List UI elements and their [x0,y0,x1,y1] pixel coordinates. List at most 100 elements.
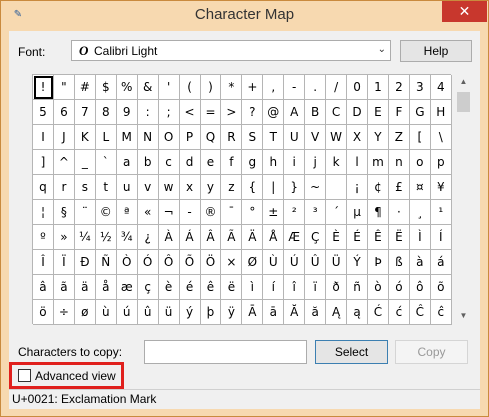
character-cell[interactable]: r [53,175,75,200]
character-cell[interactable]: Å [263,225,285,250]
character-cell[interactable]: b [137,150,159,175]
character-cell[interactable]: ÿ [221,300,243,325]
character-cell[interactable]: u [116,175,138,200]
character-cell[interactable]: _ [74,150,96,175]
character-cell[interactable]: Ö [200,250,222,275]
character-cell[interactable]: ò [368,275,389,300]
character-cell[interactable]: S [242,125,264,150]
character-cell[interactable]: " [53,75,75,100]
character-cell[interactable]: ê [200,275,222,300]
character-cell[interactable]: Q [200,125,222,150]
character-cell[interactable]: V [305,125,327,150]
character-cell[interactable]: < [179,100,201,125]
character-cell[interactable]: ð [326,275,348,300]
character-cell[interactable]: æ [116,275,138,300]
character-cell[interactable]: Ã [221,225,243,250]
character-cell[interactable]: â [33,275,54,300]
character-cell[interactable]: Ò [116,250,138,275]
character-cell[interactable]: Þ [368,250,389,275]
select-button[interactable]: Select [315,340,388,364]
character-cell[interactable]: Ç [305,225,327,250]
help-button[interactable]: Help [400,40,472,62]
character-cell[interactable]: õ [430,275,452,300]
character-cell[interactable]: 0 [347,75,368,100]
character-cell[interactable]: P [179,125,201,150]
character-cell[interactable]: O [158,125,180,150]
character-cell[interactable]: Í [430,225,452,250]
character-cell[interactable]: · [388,200,410,225]
character-cell[interactable]: ā [263,300,285,325]
character-cell[interactable]: ¨ [74,200,96,225]
character-cell[interactable] [326,175,348,200]
character-cell[interactable]: 2 [388,75,410,100]
character-cell[interactable]: ¾ [116,225,138,250]
character-cell[interactable]: M [116,125,138,150]
character-grid[interactable]: ! " # $% & '() * +, -./0 1 2 3 4 5 6 7 8 9:; < = >? @ A B C D E F G H… [32,74,452,325]
character-cell[interactable]: Ä [242,225,264,250]
character-cell[interactable]: j [305,150,327,175]
character-cell[interactable]: È [326,225,348,250]
character-cell[interactable]: , [263,75,285,100]
character-cell[interactable]: ä [74,275,96,300]
character-cell[interactable]: d [179,150,201,175]
character-cell[interactable]: e [200,150,222,175]
character-cell[interactable]: l [347,150,368,175]
character-cell[interactable]: # [74,75,96,100]
character-cell[interactable]: Ù [263,250,285,275]
character-cell[interactable]: û [137,300,159,325]
character-cell[interactable]: 6 [53,100,75,125]
character-cell[interactable]: 1 [368,75,389,100]
character-cell[interactable]: Ć [368,300,389,325]
character-cell[interactable]: é [179,275,201,300]
character-cell[interactable]: w [158,175,180,200]
characters-to-copy-input[interactable] [144,340,307,364]
character-cell[interactable]: X [347,125,368,150]
character-cell[interactable]: ? [242,100,264,125]
copy-button[interactable]: Copy [395,340,468,364]
character-cell[interactable]: 5 [33,100,54,125]
character-cell[interactable]: « [137,200,159,225]
character-cell[interactable]: Ą [326,300,348,325]
character-cell[interactable]: D [347,100,368,125]
character-cell[interactable]: × [221,250,243,275]
character-cell[interactable]: ç [137,275,159,300]
character-cell[interactable]: 9 [116,100,138,125]
character-cell[interactable]: Ĉ [409,300,431,325]
character-cell[interactable]: ó [388,275,410,300]
character-cell[interactable]: | [263,175,285,200]
character-cell[interactable]: ( [179,75,201,100]
grid-scrollbar[interactable]: ▲ ▼ [455,74,472,324]
character-cell[interactable]: » [53,225,75,250]
character-cell[interactable]: h [263,150,285,175]
character-cell[interactable]: z [221,175,243,200]
character-cell[interactable]: ¤ [409,175,431,200]
character-cell[interactable]: g [242,150,264,175]
scroll-thumb[interactable] [457,92,470,112]
character-cell[interactable]: ' [158,75,180,100]
character-cell[interactable]: m [368,150,389,175]
character-cell[interactable]: & [137,75,159,100]
character-cell[interactable]: ă [305,300,327,325]
character-cell[interactable]: ą [347,300,368,325]
title-bar[interactable]: ✎ Character Map ✕ [1,1,488,31]
character-cell[interactable]: ² [284,200,306,225]
character-cell[interactable]: U [284,125,306,150]
character-cell[interactable]: § [53,200,75,225]
character-cell[interactable]: ¥ [430,175,452,200]
character-cell[interactable]: ć [388,300,410,325]
character-cell[interactable]: N [137,125,159,150]
character-cell[interactable]: + [242,75,264,100]
character-cell[interactable]: ë [221,275,243,300]
character-cell[interactable]: > [221,100,243,125]
character-cell[interactable]: 8 [95,100,117,125]
character-cell[interactable]: s [74,175,96,200]
character-cell[interactable]: Ā [242,300,264,325]
character-cell[interactable]: ¹ [430,200,452,225]
character-cell[interactable]: µ [347,200,368,225]
character-cell[interactable]: Ă [284,300,306,325]
character-cell[interactable]: % [116,75,138,100]
character-cell[interactable]: / [326,75,348,100]
character-cell[interactable]: Ð [74,250,96,275]
character-cell[interactable]: Î [33,250,54,275]
character-cell[interactable]: þ [200,300,222,325]
